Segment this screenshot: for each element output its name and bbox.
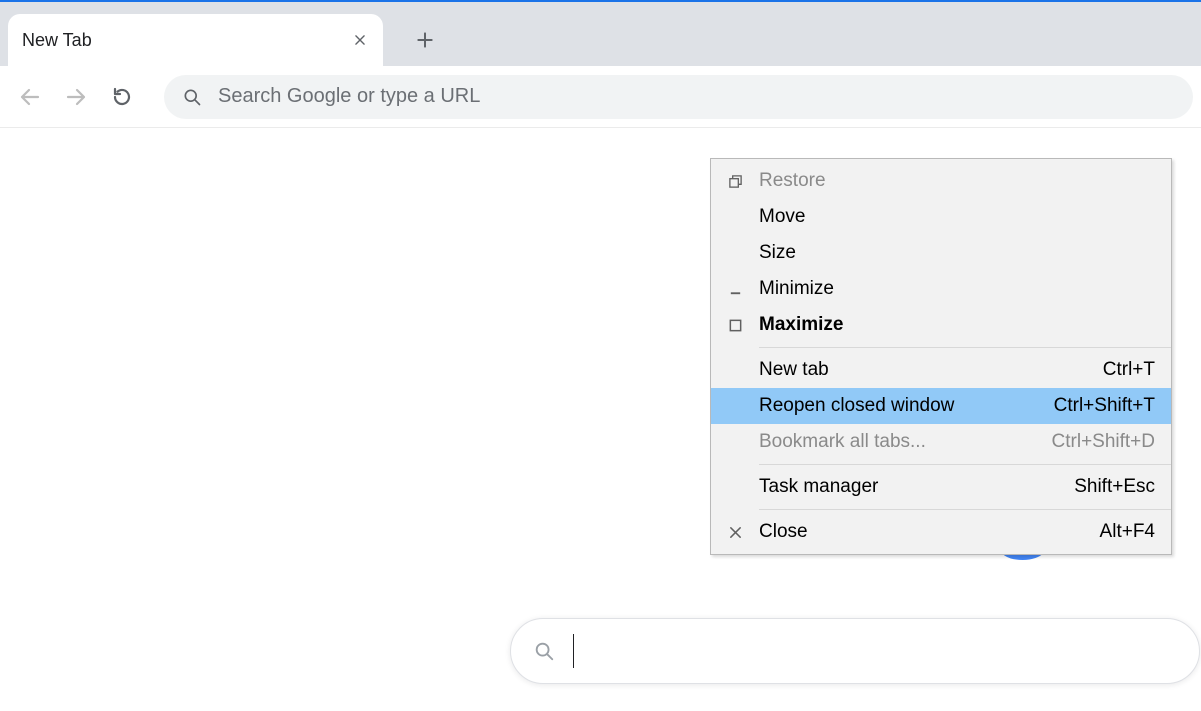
- menu-separator: [759, 347, 1171, 348]
- menu-item-label: Move: [759, 206, 1155, 228]
- back-button[interactable]: [8, 75, 52, 119]
- address-bar[interactable]: [164, 75, 1193, 119]
- minimize-icon: [711, 282, 759, 297]
- search-icon: [182, 87, 202, 107]
- menu-item-shortcut: Shift+Esc: [1074, 476, 1155, 498]
- menu-item[interactable]: CloseAlt+F4: [711, 514, 1171, 550]
- close-tab-button[interactable]: [351, 31, 369, 49]
- menu-item-label: Close: [759, 521, 1100, 543]
- menu-item-label: Task manager: [759, 476, 1074, 498]
- reload-button[interactable]: [100, 75, 144, 119]
- window-context-menu: RestoreMoveSizeMinimizeMaximizeNew tabCt…: [710, 158, 1172, 555]
- search-box[interactable]: [510, 618, 1200, 684]
- menu-item-shortcut: Alt+F4: [1100, 521, 1155, 543]
- menu-item-label: Bookmark all tabs...: [759, 431, 1052, 453]
- page-content: Google RestoreMoveSizeMinimizeMaximizeNe…: [0, 128, 1201, 711]
- menu-item-label: Minimize: [759, 278, 1155, 300]
- menu-item[interactable]: Minimize: [711, 271, 1171, 307]
- new-tab-button[interactable]: [405, 20, 445, 60]
- menu-item-shortcut: Ctrl+T: [1103, 359, 1155, 381]
- menu-item-label: Size: [759, 242, 1155, 264]
- text-caret: [573, 634, 574, 668]
- forward-button[interactable]: [54, 75, 98, 119]
- menu-item[interactable]: New tabCtrl+T: [711, 352, 1171, 388]
- menu-item[interactable]: Move: [711, 199, 1171, 235]
- restore-icon: [711, 174, 759, 189]
- menu-item[interactable]: Reopen closed windowCtrl+Shift+T: [711, 388, 1171, 424]
- reload-icon: [110, 85, 134, 109]
- address-input[interactable]: [218, 85, 1175, 108]
- menu-item[interactable]: Task managerShift+Esc: [711, 469, 1171, 505]
- arrow-right-icon: [64, 85, 88, 109]
- menu-item: Restore: [711, 163, 1171, 199]
- menu-separator: [759, 509, 1171, 510]
- maximize-icon: [711, 318, 759, 333]
- arrow-left-icon: [18, 85, 42, 109]
- plus-icon: [415, 30, 435, 50]
- menu-separator: [759, 464, 1171, 465]
- close-icon: [711, 525, 759, 540]
- menu-item-shortcut: Ctrl+Shift+T: [1054, 395, 1155, 417]
- search-icon: [533, 640, 555, 662]
- menu-item[interactable]: Size: [711, 235, 1171, 271]
- menu-item-label: Restore: [759, 170, 1155, 192]
- menu-item: Bookmark all tabs...Ctrl+Shift+D: [711, 424, 1171, 460]
- menu-item-shortcut: Ctrl+Shift+D: [1052, 431, 1155, 453]
- tab-title: New Tab: [22, 30, 351, 51]
- browser-tab[interactable]: New Tab: [8, 14, 383, 66]
- menu-item-label: Maximize: [759, 314, 1155, 336]
- menu-item-label: New tab: [759, 359, 1103, 381]
- menu-item-label: Reopen closed window: [759, 395, 1054, 417]
- tab-strip: New Tab: [0, 2, 1201, 66]
- close-icon: [353, 33, 367, 47]
- menu-item[interactable]: Maximize: [711, 307, 1171, 343]
- toolbar: [0, 66, 1201, 128]
